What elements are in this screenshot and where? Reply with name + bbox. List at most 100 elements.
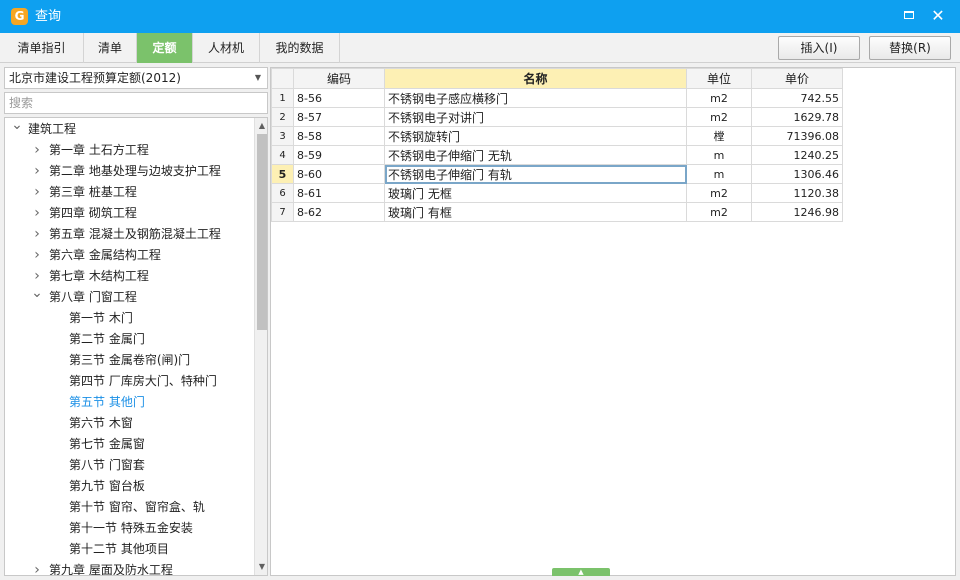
cell-price[interactable]: 1306.46: [751, 164, 843, 184]
tree-node-section[interactable]: 第六节 木窗: [5, 413, 253, 434]
tree-node-section[interactable]: 第七节 金属窗: [5, 434, 253, 455]
tree-scrollbar[interactable]: ▲ ▼: [254, 118, 267, 575]
tree-node-label: 第九章 屋面及防水工程: [49, 563, 173, 576]
tree-node-section[interactable]: 第四节 厂库房大门、特种门: [5, 371, 253, 392]
cell-price[interactable]: 1240.25: [751, 145, 843, 165]
tree-node-chapter[interactable]: › 第六章 金属结构工程: [5, 245, 253, 266]
tree-node-chapter[interactable]: › 第五章 混凝土及钢筋混凝土工程: [5, 224, 253, 245]
tree-node-chapter[interactable]: › 第二章 地基处理与边坡支护工程: [5, 161, 253, 182]
table-row[interactable]: 1 8-56 不锈钢电子感应横移门 m2 742.55: [271, 88, 843, 108]
row-number: 7: [271, 202, 294, 222]
insert-button[interactable]: 插入(I): [778, 36, 860, 60]
tree-node-label: 第二章 地基处理与边坡支护工程: [49, 164, 221, 178]
cell-name[interactable]: 玻璃门 无框: [384, 183, 687, 203]
panel-expand-handle[interactable]: ▲: [552, 568, 610, 576]
quota-library-select[interactable]: 北京市建设工程预算定额(2012) ▼: [4, 67, 268, 89]
cell-code[interactable]: 8-61: [293, 183, 385, 203]
tree-node-chapter[interactable]: › 第一章 土石方工程: [5, 140, 253, 161]
cell-name[interactable]: 玻璃门 有框: [384, 202, 687, 222]
chevron-right-icon[interactable]: ›: [31, 560, 43, 575]
cell-unit[interactable]: m2: [686, 202, 752, 222]
tree-node-chapter[interactable]: › 第九章 屋面及防水工程: [5, 560, 253, 576]
cell-code[interactable]: 8-59: [293, 145, 385, 165]
tree-node-section[interactable]: 第八节 门窗套: [5, 455, 253, 476]
chevron-right-icon[interactable]: ›: [31, 224, 43, 245]
cell-price[interactable]: 71396.08: [751, 126, 843, 146]
tab-bill-guide[interactable]: 清单指引: [0, 33, 84, 63]
chevron-right-icon[interactable]: ›: [31, 161, 43, 182]
cell-price[interactable]: 1629.78: [751, 107, 843, 127]
cell-price[interactable]: 1120.38: [751, 183, 843, 203]
cell-code[interactable]: 8-57: [293, 107, 385, 127]
tree-node-chapter[interactable]: ⌄ 第八章 门窗工程: [5, 286, 253, 308]
cell-unit[interactable]: m: [686, 145, 752, 165]
chevron-right-icon[interactable]: ›: [31, 203, 43, 224]
tree-node-chapter[interactable]: › 第七章 木结构工程: [5, 266, 253, 287]
tree-node-section[interactable]: 第十节 窗帘、窗帘盒、轨: [5, 497, 253, 518]
app-logo-icon: G: [11, 8, 28, 25]
scroll-up-icon[interactable]: ▲: [255, 119, 267, 133]
tree-node-label: 建筑工程: [28, 122, 77, 136]
tree-node-section[interactable]: 第一节 木门: [5, 308, 253, 329]
cell-code[interactable]: 8-60: [293, 164, 385, 184]
tree-node-label: 第三节 金属卷帘(闸)门: [69, 353, 191, 367]
cell-unit[interactable]: m2: [686, 107, 752, 127]
chevron-right-icon[interactable]: ›: [31, 182, 43, 203]
tab-bill[interactable]: 清单: [84, 33, 137, 63]
cell-unit[interactable]: m2: [686, 183, 752, 203]
tree-node-section[interactable]: 第十一节 特殊五金安装: [5, 518, 253, 539]
column-header-unit[interactable]: 单位: [686, 68, 752, 89]
column-header-name[interactable]: 名称: [384, 68, 687, 89]
tree-node-section[interactable]: 第十二节 其他项目: [5, 539, 253, 560]
row-number: 1: [271, 88, 294, 108]
tree-node-label: 第一节 木门: [69, 311, 133, 325]
cell-name[interactable]: 不锈钢电子伸缩门 无轨: [384, 145, 687, 165]
close-icon[interactable]: ✕: [926, 5, 950, 27]
table-row[interactable]: 2 8-57 不锈钢电子对讲门 m2 1629.78: [271, 107, 843, 127]
column-header-price[interactable]: 单价: [751, 68, 843, 89]
column-header-code[interactable]: 编码: [293, 68, 385, 89]
tree-node-section[interactable]: 第三节 金属卷帘(闸)门: [5, 350, 253, 371]
chevron-down-icon[interactable]: ⌄: [11, 118, 23, 140]
table-row[interactable]: 7 8-62 玻璃门 有框 m2 1246.98: [271, 202, 843, 222]
chevron-right-icon[interactable]: ›: [31, 245, 43, 266]
scroll-thumb[interactable]: [257, 134, 267, 330]
scroll-down-icon[interactable]: ▼: [255, 560, 267, 574]
cell-name[interactable]: 不锈钢电子伸缩门 有轨: [384, 164, 687, 184]
cell-unit[interactable]: m: [686, 164, 752, 184]
tab-my-data[interactable]: 我的数据: [260, 33, 340, 63]
cell-unit[interactable]: 樘: [686, 126, 752, 146]
tree-node-label: 第四章 砌筑工程: [49, 206, 137, 220]
cell-price[interactable]: 1246.98: [751, 202, 843, 222]
tree-node-label: 第五节 其他门: [69, 395, 145, 409]
cell-code[interactable]: 8-62: [293, 202, 385, 222]
cell-code[interactable]: 8-58: [293, 126, 385, 146]
table-row[interactable]: 6 8-61 玻璃门 无框 m2 1120.38: [271, 183, 843, 203]
tree-node-chapter[interactable]: › 第四章 砌筑工程: [5, 203, 253, 224]
tree-node-chapter[interactable]: › 第三章 桩基工程: [5, 182, 253, 203]
replace-button[interactable]: 替换(R): [869, 36, 951, 60]
cell-name[interactable]: 不锈钢电子对讲门: [384, 107, 687, 127]
chevron-down-icon[interactable]: ⌄: [31, 286, 43, 308]
cell-unit[interactable]: m2: [686, 88, 752, 108]
quota-library-value: 北京市建设工程预算定额(2012): [9, 71, 181, 85]
tree-node-root[interactable]: ⌄ 建筑工程: [5, 118, 253, 140]
cell-price[interactable]: 742.55: [751, 88, 843, 108]
chevron-right-icon[interactable]: ›: [31, 140, 43, 161]
table-row[interactable]: 3 8-58 不锈钢旋转门樘 71396.08: [271, 126, 843, 146]
chevron-right-icon[interactable]: ›: [31, 266, 43, 287]
tree-node-section[interactable]: 第九节 窗台板: [5, 476, 253, 497]
table-row[interactable]: 4 8-59 不锈钢电子伸缩门 无轨 m 1240.25: [271, 145, 843, 165]
tab-quota[interactable]: 定额: [137, 33, 193, 63]
tab-resources[interactable]: 人材机: [193, 33, 260, 63]
cell-name[interactable]: 不锈钢电子感应横移门: [384, 88, 687, 108]
maximize-icon[interactable]: [897, 5, 921, 27]
cell-name[interactable]: 不锈钢旋转门: [384, 126, 687, 146]
tree-node-section[interactable]: 第五节 其他门: [5, 392, 253, 413]
tree-node-label: 第二节 金属门: [69, 332, 145, 346]
search-input[interactable]: [4, 92, 268, 114]
table-row[interactable]: 5 8-60 不锈钢电子伸缩门 有轨 m 1306.46: [271, 164, 843, 184]
cell-code[interactable]: 8-56: [293, 88, 385, 108]
tree-node-label: 第一章 土石方工程: [49, 143, 149, 157]
tree-node-section[interactable]: 第二节 金属门: [5, 329, 253, 350]
